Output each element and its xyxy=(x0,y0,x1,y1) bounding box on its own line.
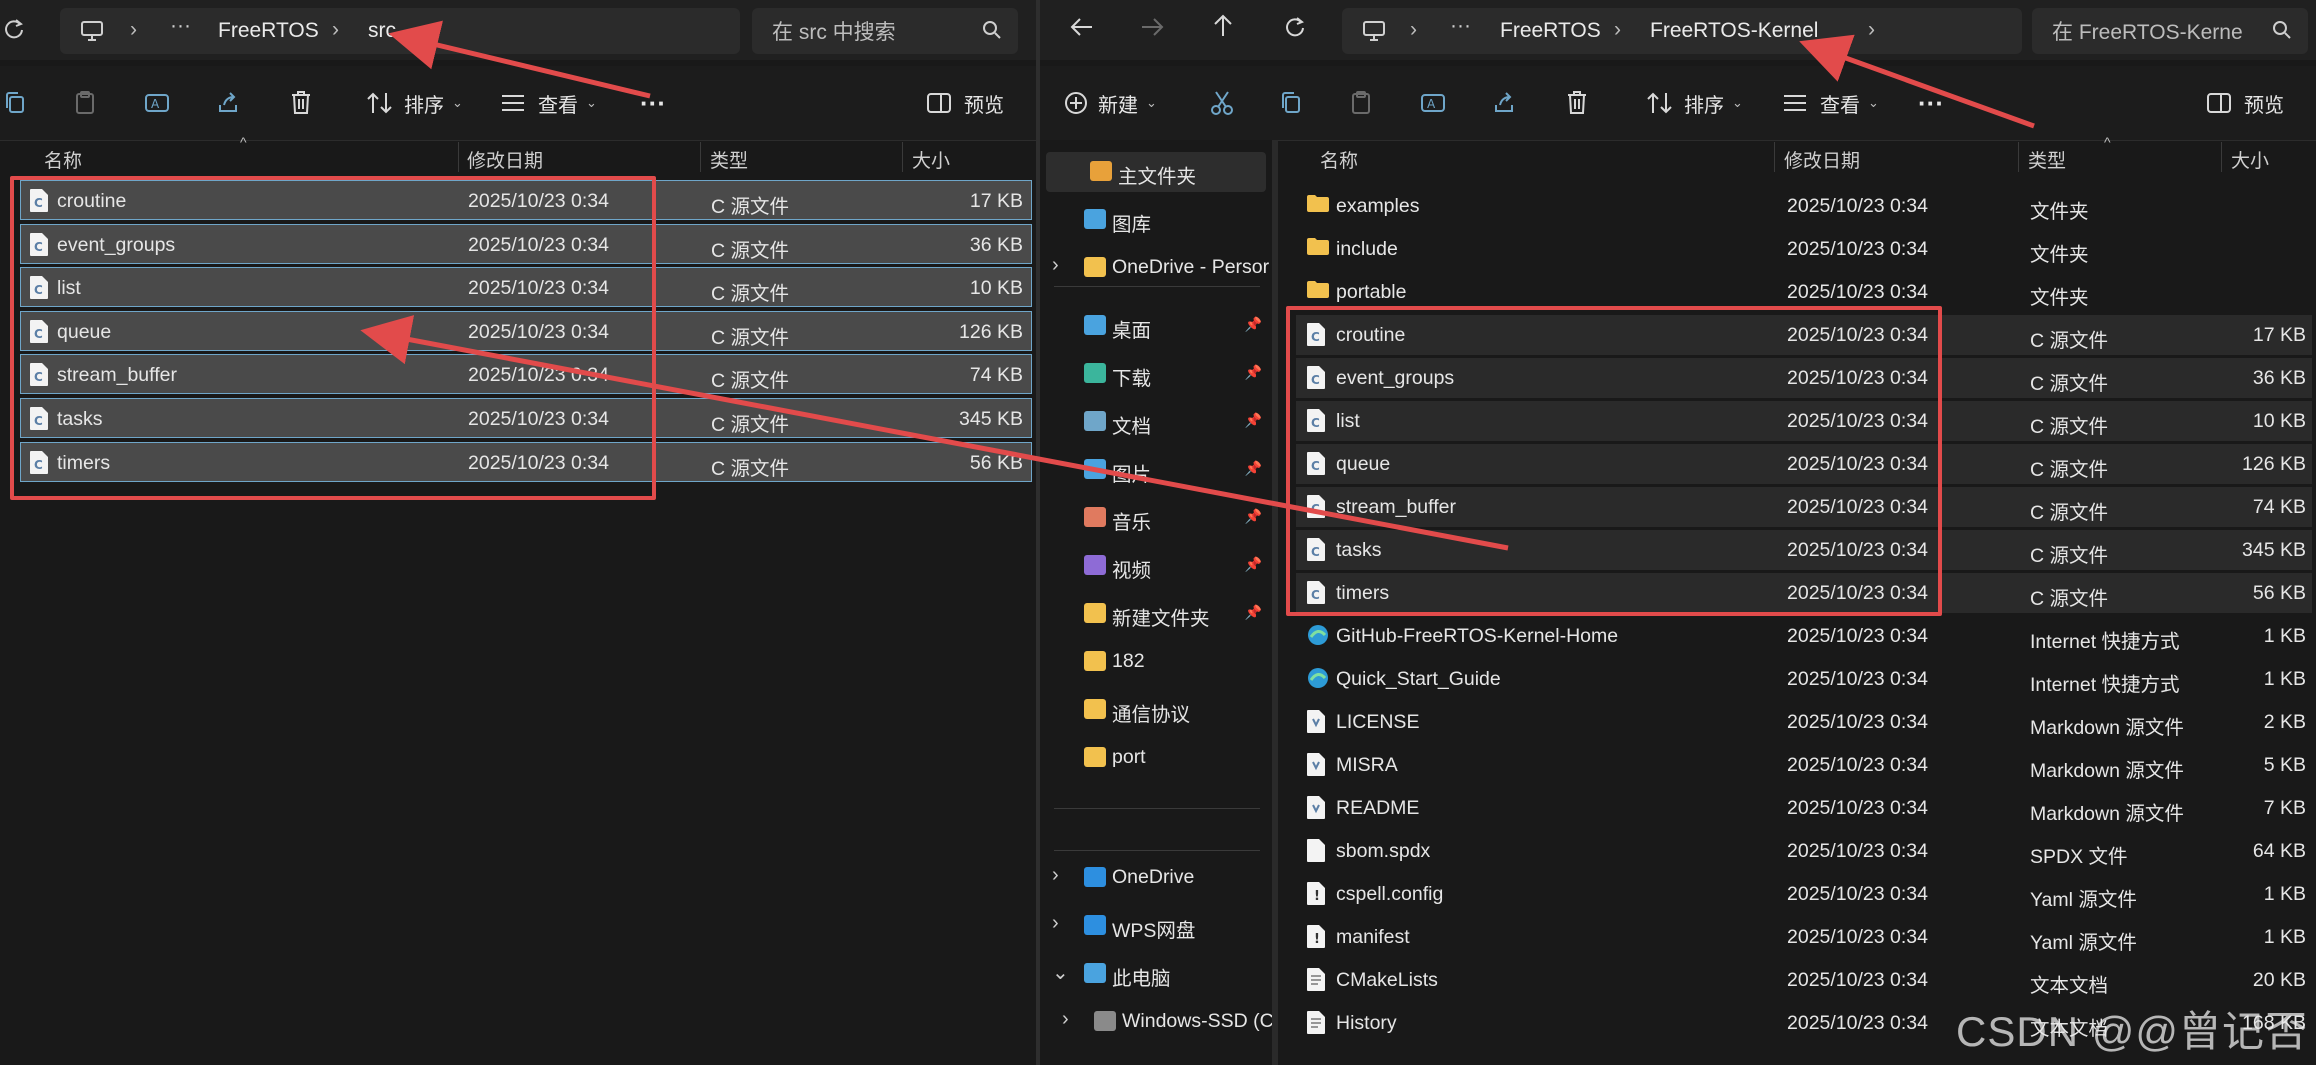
arrow-copy-files xyxy=(360,315,1509,551)
watermark: CSDN @@曾记否 xyxy=(1956,1008,2308,1055)
arrow-to-src-crumb xyxy=(388,20,651,99)
annotation-arrows xyxy=(360,20,2035,551)
arrow-to-kernel-crumb xyxy=(1799,34,2035,129)
